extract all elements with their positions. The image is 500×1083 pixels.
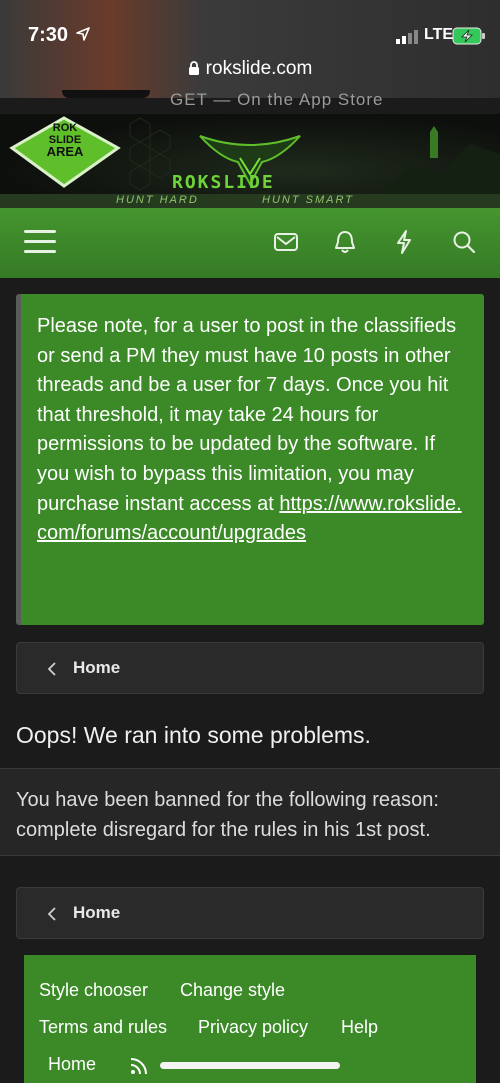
app-banner-text: GET — On the App Store — [170, 90, 384, 109]
nav-bar — [0, 208, 500, 278]
banner-tagline-bar: HUNT HARD HUNT SMART — [0, 194, 500, 208]
breadcrumb-label: Home — [73, 658, 121, 677]
rss-icon[interactable] — [129, 1056, 149, 1076]
logo-line-1: ROK — [52, 122, 78, 134]
brand-name: ROKSLIDE — [172, 172, 275, 193]
bell-icon[interactable] — [334, 229, 356, 255]
help-link[interactable]: Help — [341, 1017, 378, 1038]
menu-icon[interactable] — [24, 228, 58, 256]
notice-body: Please note, for a user to post in the c… — [37, 315, 457, 515]
chevron-left-icon — [47, 662, 56, 676]
battery-charging-icon — [452, 27, 485, 45]
logo-line-3: AREA — [46, 144, 84, 159]
chevron-left-icon — [47, 907, 56, 921]
app-store-banner[interactable]: GET — On the App Store — [0, 90, 500, 116]
privacy-link[interactable]: Privacy policy — [198, 1017, 308, 1038]
error-message-box: You have been banned for the following r… — [0, 768, 500, 856]
address-bar[interactable]: rokslide.com — [0, 58, 500, 80]
breadcrumb-home-bottom[interactable]: Home — [16, 887, 484, 939]
breadcrumb-label: Home — [73, 903, 121, 922]
classifieds-notice: Please note, for a user to post in the c… — [16, 294, 484, 625]
bolt-icon[interactable] — [394, 229, 414, 255]
lock-icon — [188, 61, 199, 75]
change-style-link[interactable]: Change style — [180, 980, 285, 1001]
tagline-right: HUNT SMART — [262, 194, 354, 206]
footer-home-link[interactable]: Home — [48, 1054, 96, 1075]
network-label: LTE — [424, 26, 454, 43]
app-banner-button[interactable] — [62, 90, 150, 98]
location-arrow-icon — [76, 27, 90, 41]
error-message: You have been banned for the following r… — [16, 789, 439, 841]
style-chooser-link[interactable]: Style chooser — [39, 980, 148, 1001]
url-text: rokslide.com — [205, 58, 313, 79]
error-title: Oops! We ran into some problems. — [16, 722, 371, 748]
status-time: 7:30 — [28, 24, 69, 46]
site-banner[interactable]: ROK SLIDE AREA ROKSLIDE HUNT HARD HUNT S… — [0, 114, 500, 208]
signal-icon — [396, 30, 418, 44]
home-indicator[interactable] — [160, 1062, 340, 1069]
status-bar: 7:30 LTE rokslide.com — [0, 0, 500, 98]
breadcrumb-home-top[interactable]: Home — [16, 642, 484, 694]
notice-text: Please note, for a user to post in the c… — [37, 312, 470, 549]
terms-link[interactable]: Terms and rules — [39, 1017, 167, 1038]
logo-text: ROK SLIDE AREA — [40, 122, 90, 158]
search-icon[interactable] — [452, 230, 476, 254]
envelope-icon[interactable] — [274, 232, 298, 252]
tagline-left: HUNT HARD — [116, 194, 199, 206]
